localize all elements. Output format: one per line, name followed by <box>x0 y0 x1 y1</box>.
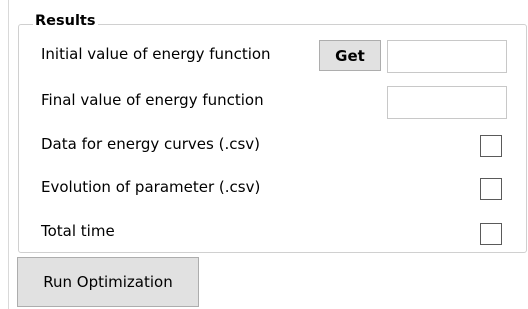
parameter-evolution-label: Evolution of parameter (.csv) <box>41 178 261 196</box>
initial-energy-label: Initial value of energy function <box>41 45 271 63</box>
final-energy-label: Final value of energy function <box>41 91 264 109</box>
initial-energy-field[interactable] <box>387 40 507 73</box>
parameter-evolution-checkbox[interactable] <box>480 178 502 200</box>
total-time-label: Total time <box>41 222 115 240</box>
results-group-title: Results <box>33 12 98 30</box>
run-optimization-button[interactable]: Run Optimization <box>17 257 199 307</box>
energy-curves-checkbox[interactable] <box>480 135 502 157</box>
final-energy-field[interactable] <box>387 86 507 119</box>
energy-curves-label: Data for energy curves (.csv) <box>41 135 261 153</box>
get-button[interactable]: Get <box>319 40 381 71</box>
total-time-checkbox[interactable] <box>480 223 502 245</box>
